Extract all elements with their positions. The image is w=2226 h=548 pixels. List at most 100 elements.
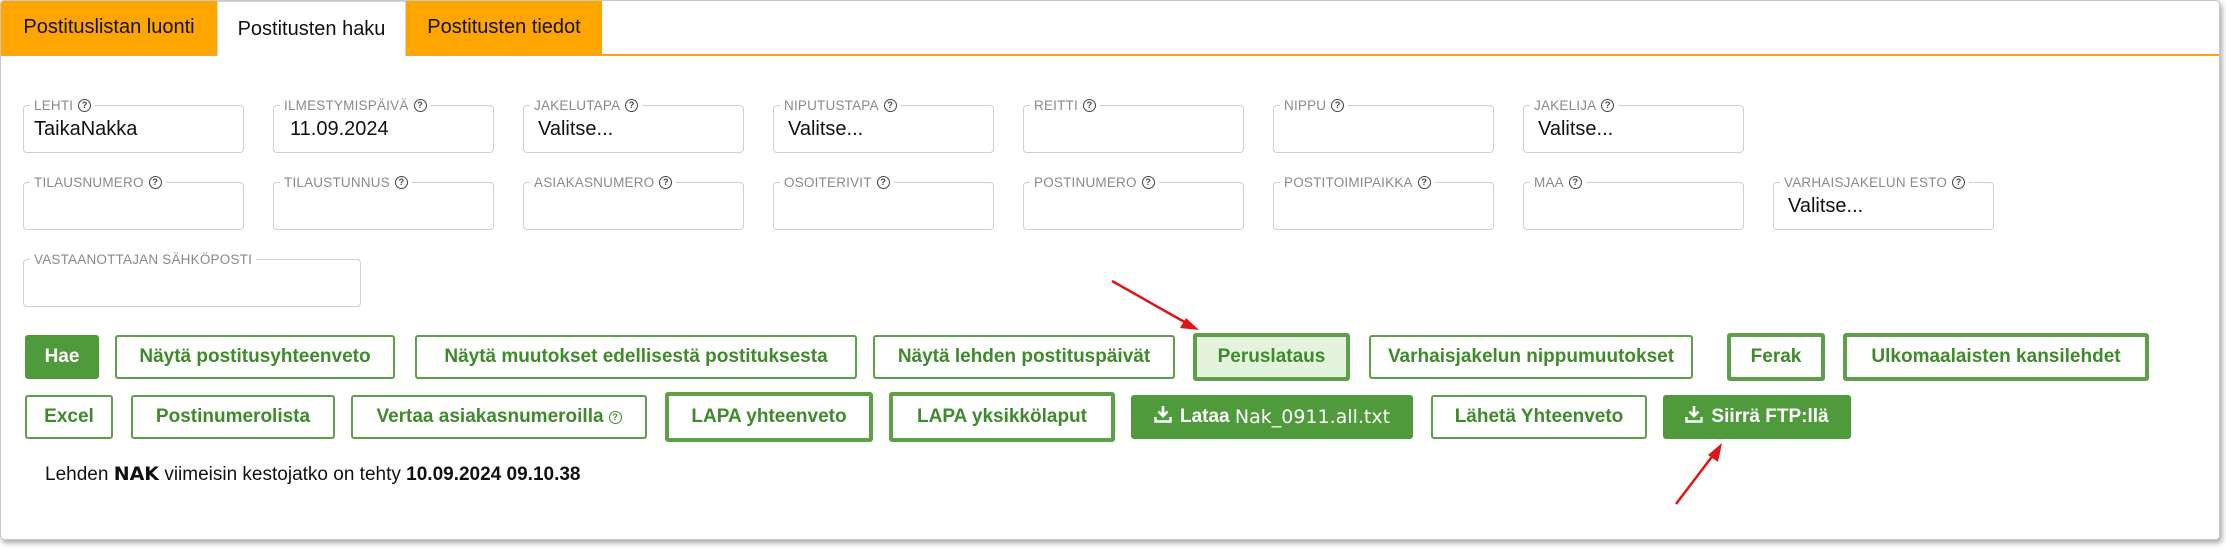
help-icon[interactable]: ? bbox=[1601, 99, 1615, 112]
help-icon[interactable]: ? bbox=[608, 410, 622, 424]
ulkomaalaisten-kansilehdet-button[interactable]: Ulkomaalaisten kansilehdet bbox=[1843, 333, 2149, 381]
nayta-postitusyhteenveto-button[interactable]: Näytä postitusyhteenveto bbox=[115, 335, 395, 379]
niputustapa-label-text: NIPUTUSTAPA bbox=[784, 98, 879, 113]
vertaa-asiakasnumeroilla-label: Vertaa asiakasnumeroilla bbox=[376, 406, 604, 427]
help-icon[interactable]: ? bbox=[659, 176, 673, 189]
excel-button[interactable]: Excel bbox=[25, 395, 113, 439]
maa-label: MAA? bbox=[1530, 175, 1586, 190]
status-timestamp: 10.09.2024 09.10.38 bbox=[406, 464, 581, 485]
help-icon[interactable]: ? bbox=[625, 99, 639, 112]
sahkoposti-field[interactable]: VASTAANOTTAJAN SÄHKÖPOSTI bbox=[23, 252, 361, 307]
lapa-yhteenveto-button[interactable]: LAPA yhteenveto bbox=[665, 392, 873, 442]
osoiterivit-label-text: OSOITERIVIT bbox=[784, 175, 872, 190]
jakelija-label: JAKELIJA? bbox=[1530, 98, 1619, 113]
maa-field[interactable]: MAA? bbox=[1523, 175, 1744, 230]
status-middle: viimeisin kestojatko on tehty bbox=[164, 464, 401, 485]
status-prefix: Lehden bbox=[45, 464, 109, 485]
osoiterivit-field[interactable]: OSOITERIVIT? bbox=[773, 175, 994, 230]
peruslataus-button[interactable]: Peruslataus bbox=[1193, 333, 1350, 381]
nippu-label-text: NIPPU bbox=[1284, 98, 1327, 113]
niputustapa-select[interactable]: NIPUTUSTAPA? Valitse... bbox=[773, 98, 994, 153]
jakelutapa-label: JAKELUTAPA? bbox=[530, 98, 643, 113]
jakelutapa-label-text: JAKELUTAPA bbox=[534, 98, 621, 113]
help-icon[interactable]: ? bbox=[413, 99, 427, 112]
jakelija-label-text: JAKELIJA bbox=[1534, 98, 1597, 113]
laheta-yhteenveto-button[interactable]: Lähetä Yhteenveto bbox=[1431, 395, 1647, 439]
postitoimipaikka-label-text: POSTITOIMIPAIKKA bbox=[1284, 175, 1413, 190]
tilausnumero-label: TILAUSNUMERO? bbox=[30, 175, 166, 190]
reitti-label-text: REITTI bbox=[1034, 98, 1078, 113]
help-icon[interactable]: ? bbox=[148, 176, 162, 189]
postinumerolista-button[interactable]: Postinumerolista bbox=[131, 395, 335, 439]
nayta-postituspaivat-button[interactable]: Näytä lehden postituspäivät bbox=[873, 335, 1175, 379]
lataa-file-button[interactable]: Lataa Nak_0911.all.txt bbox=[1131, 395, 1413, 439]
tab-postitusten-tiedot[interactable]: Postitusten tiedot bbox=[406, 1, 602, 54]
help-icon[interactable]: ? bbox=[394, 176, 408, 189]
tilaustunnus-label-text: TILAUSTUNNUS bbox=[284, 175, 390, 190]
varhaisjakelun-esto-label: VARHAISJAKELUN ESTO? bbox=[1780, 175, 1970, 190]
nayta-muutokset-button[interactable]: Näytä muutokset edellisestä postituksest… bbox=[415, 335, 857, 379]
help-icon[interactable]: ? bbox=[876, 176, 890, 189]
lehti-label: LEHTI? bbox=[30, 98, 96, 113]
niputustapa-value: Valitse... bbox=[788, 118, 864, 140]
tilausnumero-label-text: TILAUSNUMERO bbox=[34, 175, 144, 190]
help-icon[interactable]: ? bbox=[78, 99, 92, 112]
asiakasnumero-field[interactable]: ASIAKASNUMERO? bbox=[523, 175, 744, 230]
download-icon bbox=[1685, 405, 1704, 429]
siirra-ftp-label: Siirrä FTP:llä bbox=[1711, 406, 1829, 427]
reitti-field[interactable]: REITTI? bbox=[1023, 98, 1244, 153]
ilmestymispaiva-label: ILMESTYMISPÄIVÄ? bbox=[280, 98, 431, 113]
tab-bar: Postituslistan luonti Postitusten haku P… bbox=[1, 1, 2219, 56]
ilmestymispaiva-value: 11.09.2024 bbox=[290, 118, 389, 140]
lehti-label-text: LEHTI bbox=[34, 98, 74, 113]
jakelija-select[interactable]: JAKELIJA? Valitse... bbox=[1523, 98, 1744, 153]
status-line: Lehden NAK viimeisin kestojatko on tehty… bbox=[45, 463, 581, 486]
help-icon[interactable]: ? bbox=[1331, 99, 1345, 112]
asiakasnumero-label-text: ASIAKASNUMERO bbox=[534, 175, 655, 190]
lehti-field[interactable]: LEHTI? TaikaNakka bbox=[23, 98, 244, 153]
postitoimipaikka-label: POSTITOIMIPAIKKA? bbox=[1280, 175, 1435, 190]
nippu-label: NIPPU? bbox=[1280, 98, 1349, 113]
lataa-filename: Nak_0911.all.txt bbox=[1234, 406, 1391, 428]
status-paper-code: NAK bbox=[113, 463, 160, 485]
postinumero-field[interactable]: POSTINUMERO? bbox=[1023, 175, 1244, 230]
tab-postituslistan-luonti[interactable]: Postituslistan luonti bbox=[1, 1, 217, 54]
postitoimipaikka-field[interactable]: POSTITOIMIPAIKKA? bbox=[1273, 175, 1494, 230]
hae-button[interactable]: Hae bbox=[25, 335, 99, 379]
nippu-field[interactable]: NIPPU? bbox=[1273, 98, 1494, 153]
varhaisjakelun-esto-value: Valitse... bbox=[1788, 195, 1864, 217]
help-icon[interactable]: ? bbox=[1417, 176, 1431, 189]
ilmestymispaiva-field[interactable]: ILMESTYMISPÄIVÄ? 11.09.2024 bbox=[273, 98, 494, 153]
asiakasnumero-label: ASIAKASNUMERO? bbox=[530, 175, 677, 190]
jakelija-value: Valitse... bbox=[1538, 118, 1614, 140]
tilaustunnus-label: TILAUSTUNNUS? bbox=[280, 175, 412, 190]
siirra-ftp-button[interactable]: Siirrä FTP:llä bbox=[1663, 395, 1851, 439]
help-icon[interactable]: ? bbox=[1952, 176, 1966, 189]
sahkoposti-label: VASTAANOTTAJAN SÄHKÖPOSTI bbox=[30, 252, 257, 267]
tilaustunnus-field[interactable]: TILAUSTUNNUS? bbox=[273, 175, 494, 230]
varhaisjakelun-esto-select[interactable]: VARHAISJAKELUN ESTO? Valitse... bbox=[1773, 175, 1994, 230]
vertaa-asiakasnumeroilla-button[interactable]: Vertaa asiakasnumeroilla? bbox=[351, 395, 647, 439]
varhaisjakelun-nippumuutokset-button[interactable]: Varhaisjakelun nippumuutokset bbox=[1369, 335, 1693, 379]
niputustapa-label: NIPUTUSTAPA? bbox=[780, 98, 901, 113]
jakelutapa-value: Valitse... bbox=[538, 118, 614, 140]
help-icon[interactable]: ? bbox=[1082, 99, 1096, 112]
download-icon bbox=[1154, 405, 1172, 429]
help-icon[interactable]: ? bbox=[1141, 176, 1155, 189]
help-icon[interactable]: ? bbox=[1568, 176, 1582, 189]
postinumero-label: POSTINUMERO? bbox=[1030, 175, 1159, 190]
reitti-label: REITTI? bbox=[1030, 98, 1100, 113]
varhaisjakelun-esto-label-text: VARHAISJAKELUN ESTO bbox=[1784, 175, 1948, 190]
ferak-button[interactable]: Ferak bbox=[1727, 333, 1825, 381]
ilmestymispaiva-label-text: ILMESTYMISPÄIVÄ bbox=[284, 98, 409, 113]
postinumero-label-text: POSTINUMERO bbox=[1034, 175, 1137, 190]
lataa-label: Lataa bbox=[1179, 406, 1230, 427]
lapa-yksikkolaput-button[interactable]: LAPA yksikkölaput bbox=[889, 392, 1115, 442]
tilausnumero-field[interactable]: TILAUSNUMERO? bbox=[23, 175, 244, 230]
tab-postitusten-haku[interactable]: Postitusten haku bbox=[217, 1, 406, 56]
lehti-value: TaikaNakka bbox=[34, 118, 138, 140]
help-icon[interactable]: ? bbox=[883, 99, 897, 112]
jakelutapa-select[interactable]: JAKELUTAPA? Valitse... bbox=[523, 98, 744, 153]
osoiterivit-label: OSOITERIVIT? bbox=[780, 175, 894, 190]
postitus-panel: Postituslistan luonti Postitusten haku P… bbox=[0, 0, 2220, 540]
